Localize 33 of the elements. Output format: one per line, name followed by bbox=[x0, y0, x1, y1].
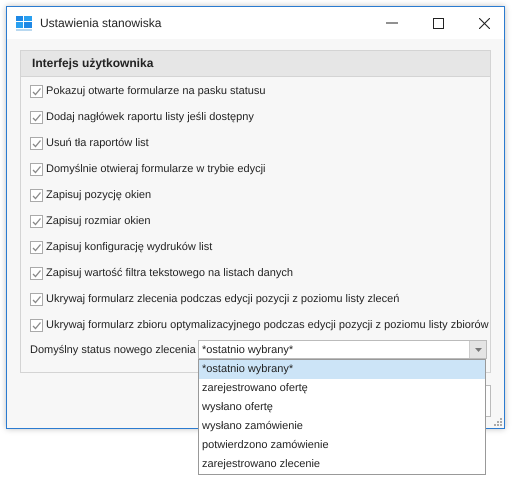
window-title: Ustawienia stanowiska bbox=[40, 16, 162, 30]
checkbox-label[interactable]: Usuń tła raportów list bbox=[46, 137, 149, 149]
checkbox-label[interactable]: Ukrywaj formularz zlecenia podczas edycji pozycji z poziomu listy zleceń bbox=[46, 293, 400, 305]
app-icon bbox=[16, 16, 32, 30]
checkbox[interactable] bbox=[30, 188, 43, 202]
resize-grip-icon[interactable] bbox=[494, 418, 502, 426]
dropdown-option[interactable]: potwierdzono zamówienie bbox=[199, 436, 485, 455]
panel-header: Interfejs użytkownika bbox=[21, 51, 490, 77]
close-icon[interactable] bbox=[479, 18, 490, 28]
checkbox-label[interactable]: Zapisuj rozmiar okien bbox=[46, 215, 151, 227]
checkbox[interactable] bbox=[30, 292, 43, 306]
checkbox[interactable] bbox=[30, 318, 43, 332]
status-label: Domyślny status nowego zlecenia bbox=[30, 344, 197, 356]
checkbox-label[interactable]: Zapisuj wartość filtra tekstowego na listach danych bbox=[46, 267, 294, 279]
checkbox[interactable] bbox=[30, 240, 43, 254]
dropdown-option[interactable]: zarejestrowano zlecenie bbox=[199, 455, 485, 474]
dropdown-option[interactable]: wysłano ofertę bbox=[199, 398, 485, 417]
checkbox-label[interactable]: Ukrywaj formularz zbioru optymalizacyjnego podczas edycji pozycji z poziomu listy zbiorów bbox=[46, 319, 489, 331]
checkbox[interactable] bbox=[30, 162, 43, 176]
maximize-icon[interactable] bbox=[433, 18, 444, 28]
checkbox-label[interactable]: Pokazuj otwarte formularze na pasku statusu bbox=[46, 85, 266, 97]
checkbox[interactable] bbox=[30, 136, 43, 150]
checkbox-label[interactable]: Zapisuj pozycję okien bbox=[46, 189, 152, 201]
checkbox-label[interactable]: Domyślnie otwieraj formularze w trybie edycji bbox=[46, 163, 266, 175]
checkbox-label[interactable]: Dodaj nagłówek raportu listy jeśli dostępny bbox=[46, 111, 254, 123]
dropdown-option[interactable]: wysłano zamówienie bbox=[199, 417, 485, 436]
checkbox[interactable] bbox=[30, 266, 43, 280]
dropdown-option[interactable]: zarejestrowano ofertę bbox=[199, 379, 485, 398]
checkbox[interactable] bbox=[30, 84, 43, 98]
checkbox-label[interactable]: Zapisuj konfigurację wydruków list bbox=[46, 241, 212, 253]
checkbox[interactable] bbox=[30, 214, 43, 228]
checkbox[interactable] bbox=[30, 110, 43, 124]
dropdown-option[interactable]: *ostatnio wybrany* bbox=[199, 360, 485, 379]
